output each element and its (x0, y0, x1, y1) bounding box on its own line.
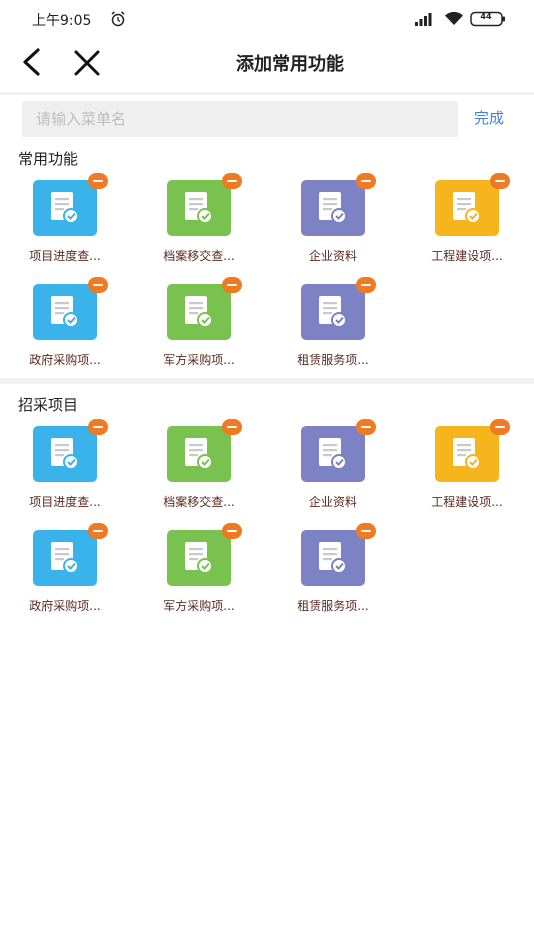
app-label: 军方采购项... (163, 599, 235, 613)
app-item[interactable]: 档案移交查... (134, 419, 268, 522)
app-item[interactable]: 工程建设项... (402, 419, 534, 522)
remove-badge-icon[interactable] (356, 173, 376, 189)
search-input[interactable] (22, 101, 458, 137)
app-label: 企业资料 (308, 249, 357, 263)
app-tile (33, 180, 97, 236)
remove-badge-icon[interactable] (222, 419, 242, 435)
status-bar: 上午9:05 44 (0, 0, 534, 36)
app-tile (301, 180, 365, 236)
app-tile (33, 426, 97, 482)
app-tile (435, 426, 499, 482)
app-item[interactable]: 项目进度查... (0, 419, 134, 522)
status-time: 上午9:05 (32, 13, 92, 29)
app-tile (33, 530, 97, 586)
app-tile (301, 426, 365, 482)
app-label: 项目进度查... (29, 495, 101, 509)
app-label: 政府采购项... (29, 599, 101, 613)
section-divider (0, 378, 534, 384)
app-label: 租赁服务项... (297, 599, 369, 613)
app-tile (167, 180, 231, 236)
nav-bar: 添加常用功能 (0, 36, 534, 90)
app-item[interactable]: 工程建设项... (402, 173, 534, 276)
app-label: 租赁服务项... (297, 353, 369, 367)
app-item[interactable]: 档案移交查... (134, 173, 268, 276)
app-tile (167, 284, 231, 340)
done-button[interactable]: 完成 (474, 107, 504, 128)
remove-badge-icon[interactable] (88, 523, 108, 539)
battery-level: 44 (480, 12, 492, 21)
app-label: 企业资料 (308, 495, 357, 509)
app-label: 档案移交查... (163, 249, 235, 263)
app-label: 项目进度查... (29, 249, 101, 263)
section-title-procurement: 招采项目 (18, 396, 79, 414)
remove-badge-icon[interactable] (490, 173, 510, 189)
signal-icon (415, 13, 432, 26)
alarm-icon (111, 11, 125, 27)
app-tile (33, 284, 97, 340)
remove-badge-icon[interactable] (88, 173, 108, 189)
nav-divider (0, 92, 534, 95)
app-item[interactable]: 政府采购项... (0, 277, 134, 380)
app-item[interactable]: 项目进度查... (0, 173, 134, 276)
remove-badge-icon[interactable] (356, 523, 376, 539)
app-tile (167, 530, 231, 586)
section-title-common: 常用功能 (18, 150, 79, 168)
app-item[interactable]: 政府采购项... (0, 523, 134, 626)
app-tile (435, 180, 499, 236)
remove-badge-icon[interactable] (490, 419, 510, 435)
app-label: 军方采购项... (163, 353, 235, 367)
app-label: 工程建设项... (431, 249, 503, 263)
app-label: 工程建设项... (431, 495, 503, 509)
app-label: 档案移交查... (163, 495, 235, 509)
remove-badge-icon[interactable] (222, 277, 242, 293)
app-tile (167, 426, 231, 482)
page-title: 添加常用功能 (236, 54, 344, 75)
app-item[interactable]: 军方采购项... (134, 277, 268, 380)
remove-badge-icon[interactable] (356, 419, 376, 435)
app-item[interactable]: 军方采购项... (134, 523, 268, 626)
app-item[interactable]: 企业资料 (268, 419, 402, 522)
remove-badge-icon[interactable] (88, 419, 108, 435)
remove-badge-icon[interactable] (222, 523, 242, 539)
app-item[interactable]: 租赁服务项... (268, 523, 402, 626)
remove-badge-icon[interactable] (222, 173, 242, 189)
app-tile (301, 530, 365, 586)
app-item[interactable]: 租赁服务项... (268, 277, 402, 380)
app-tile (301, 284, 365, 340)
remove-badge-icon[interactable] (356, 277, 376, 293)
app-item[interactable]: 企业资料 (268, 173, 402, 276)
wifi-icon (445, 11, 463, 25)
app-label: 政府采购项... (29, 353, 101, 367)
remove-badge-icon[interactable] (88, 277, 108, 293)
